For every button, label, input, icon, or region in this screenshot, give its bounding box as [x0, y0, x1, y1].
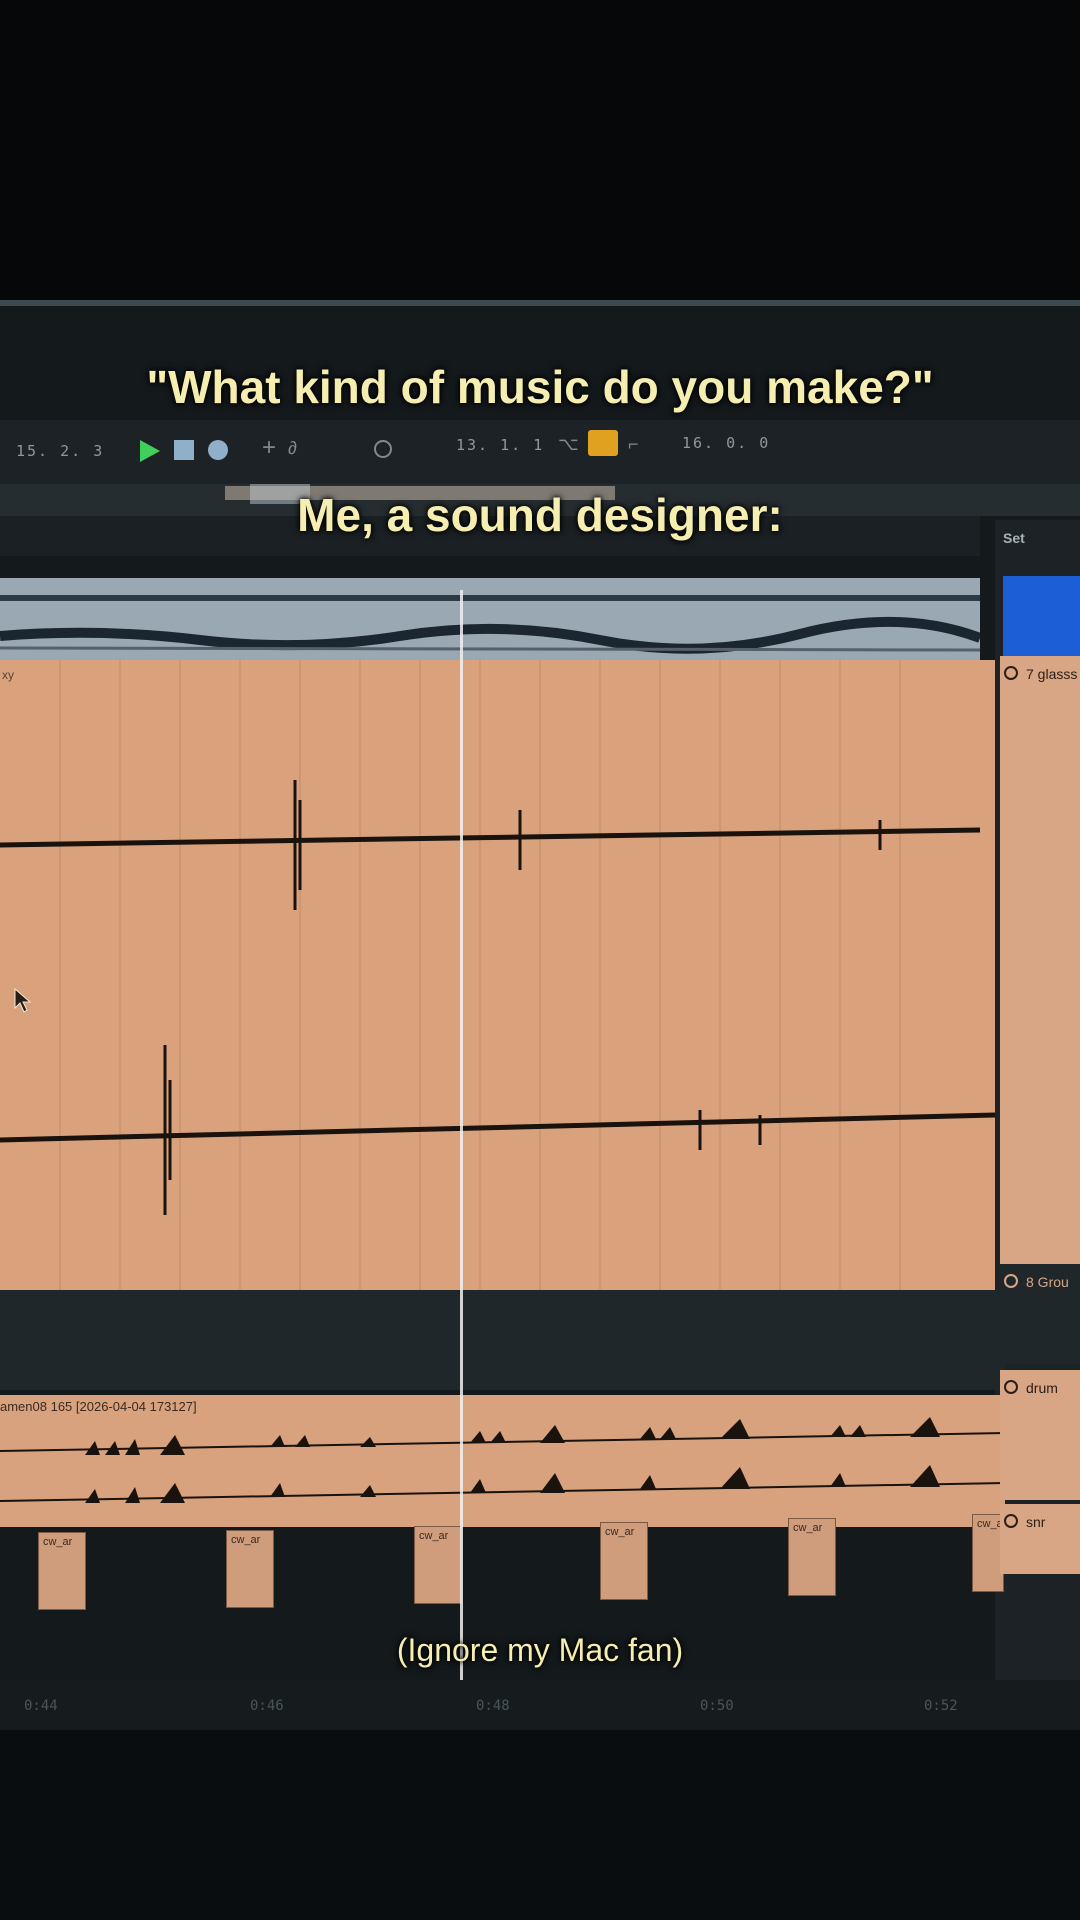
punch-in-icon[interactable]: ⌥ [558, 434, 579, 455]
clip-name: xy [2, 668, 14, 682]
fold-icon[interactable] [1004, 1380, 1018, 1394]
small-clip[interactable]: cw_ar [226, 1530, 274, 1608]
metronome-icon[interactable] [374, 440, 392, 458]
time-label: 0:46 [250, 1698, 284, 1714]
waveform-top [0, 595, 982, 654]
position-display[interactable]: 15. 2. 3 [16, 442, 104, 460]
audio-clip-top[interactable] [0, 578, 982, 670]
transport-bar: 15. 2. 3 + ∂ 13. 1. 1 ⌥ ⌐ 16. 0. 0 [0, 420, 1080, 484]
time-label: 0:48 [476, 1698, 510, 1714]
set-selected-block[interactable] [1003, 576, 1080, 656]
small-clip-label: cw_ar [419, 1530, 449, 1542]
loop-start-display[interactable]: 13. 1. 1 [456, 436, 544, 454]
loop-switch-icon[interactable] [588, 430, 618, 456]
audio-clip-main[interactable]: xy [0, 660, 996, 1290]
small-clip-label: cw_ar [231, 1534, 261, 1546]
fold-icon[interactable] [1004, 1274, 1018, 1288]
screen-bottom-edge [0, 1730, 1080, 1920]
track-name: 8 Grou [1026, 1274, 1069, 1290]
loop-length-display[interactable]: 16. 0. 0 [682, 434, 770, 452]
track-header-group[interactable]: 8 Grou [1000, 1264, 1080, 1364]
track-header-snare[interactable]: snr [1000, 1504, 1080, 1574]
track-header-drum[interactable]: drum [1000, 1370, 1080, 1500]
monitor-bezel [0, 300, 1080, 306]
track-name: snr [1026, 1514, 1046, 1530]
fold-icon[interactable] [1004, 666, 1018, 680]
empty-track-lane[interactable] [0, 1290, 1005, 1390]
small-clip[interactable]: cw_ar [600, 1522, 648, 1600]
play-icon[interactable] [138, 438, 162, 464]
caption-question: "What kind of music do you make?" [146, 361, 934, 413]
track-name: 7 glasss [1026, 666, 1078, 682]
drum-clip-name: amen08 165 [2026-04-04 173127] [0, 1399, 197, 1414]
punch-out-icon[interactable]: ⌐ [628, 434, 639, 455]
fold-icon[interactable] [1004, 1514, 1018, 1528]
time-label: 0:52 [924, 1698, 958, 1714]
record-icon[interactable] [208, 440, 228, 460]
time-ruler[interactable]: 0:44 0:46 0:48 0:50 0:52 [0, 1680, 1080, 1730]
caption-answer: Me, a sound designer: [297, 489, 783, 541]
stop-icon[interactable] [174, 440, 194, 460]
waveform-drum [0, 1417, 1006, 1503]
waveform-main [0, 660, 996, 1290]
playhead[interactable] [460, 590, 463, 1680]
track-header-glass[interactable]: 7 glasss [1000, 656, 1080, 1266]
audio-clip-drum[interactable]: amen08 165 [2026-04-04 173127] [0, 1395, 1006, 1527]
add-icon[interactable]: + [262, 434, 276, 462]
small-clip[interactable]: cw_ar [38, 1532, 86, 1610]
small-clip[interactable]: cw_ar [788, 1518, 836, 1596]
time-label: 0:44 [24, 1698, 58, 1714]
caption-note: (Ignore my Mac fan) [396, 1632, 684, 1668]
small-clip[interactable]: cw_ar [414, 1526, 462, 1604]
track-name: drum [1026, 1380, 1058, 1396]
cursor-icon [14, 988, 32, 1013]
small-clip-label: cw_ar [43, 1536, 73, 1548]
small-clip-label: cw_ar [793, 1522, 823, 1534]
small-clip-label: cw_ar [605, 1526, 635, 1538]
automation-icon[interactable]: ∂ [288, 438, 297, 459]
time-label: 0:50 [700, 1698, 734, 1714]
